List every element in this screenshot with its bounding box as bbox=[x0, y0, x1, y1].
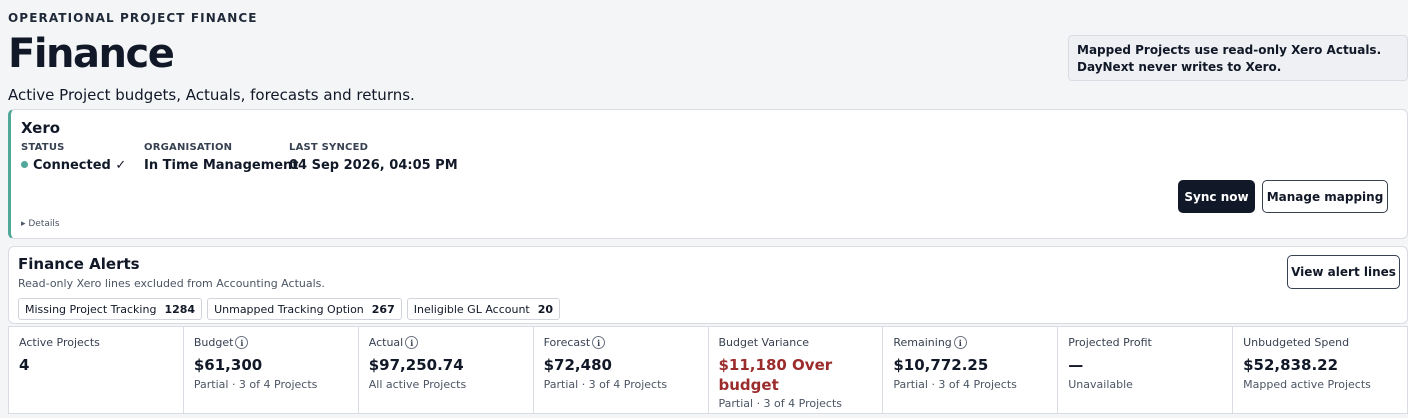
metric-note: Partial · 3 of 4 Projects bbox=[193, 378, 318, 391]
alert-chip-count: 1284 bbox=[164, 302, 196, 316]
metric-label: Active Projects bbox=[19, 336, 100, 349]
metric-unbudgeted-spend: Unbudgeted Spend $52,838.22 Mapped activ… bbox=[1233, 327, 1407, 413]
status-label: STATUS bbox=[21, 142, 65, 153]
alert-chip-label: Unmapped Tracking Option bbox=[214, 302, 364, 316]
metric-label: Projected Profit bbox=[1068, 336, 1152, 349]
status-value: Connected ✓ bbox=[33, 158, 127, 173]
metric-value: $72,480 bbox=[543, 356, 612, 374]
metric-note: Unavailable bbox=[1068, 378, 1133, 391]
metric-remaining: Remaining i $10,772.25 Partial · 3 of 4 P… bbox=[883, 327, 1059, 413]
metric-value: — bbox=[1068, 356, 1084, 374]
alert-chip-label: Missing Project Tracking bbox=[25, 302, 157, 316]
sync-now-button[interactable]: Sync now bbox=[1178, 180, 1255, 213]
alert-chip-count: 20 bbox=[537, 302, 554, 316]
last-synced-field: LAST SYNCED 04 Sep 2026, 04:05 PM bbox=[289, 142, 458, 173]
info-icon[interactable]: i bbox=[592, 336, 606, 349]
page-subtitle: Active Project budgets, Actuals, forecas… bbox=[8, 86, 415, 104]
metric-label: Remaining bbox=[893, 336, 952, 349]
metric-note: Partial · 3 of 4 Projects bbox=[893, 378, 1017, 391]
notice-line-2: DayNext never writes to Xero. bbox=[1077, 60, 1282, 74]
metric-value: $11,180 Over budget bbox=[718, 356, 833, 394]
info-icon[interactable]: i bbox=[953, 336, 967, 349]
alert-chips: Missing Project Tracking 1284 Unmapped T… bbox=[18, 298, 561, 320]
alert-chip-ineligible-gl[interactable]: Ineligible GL Account 20 bbox=[406, 298, 561, 320]
alert-chip-missing-tracking[interactable]: Missing Project Tracking 1284 bbox=[18, 298, 203, 320]
metric-note: All active Projects bbox=[368, 378, 467, 391]
status-dot-icon bbox=[21, 161, 28, 168]
metric-label: Actual bbox=[368, 336, 404, 349]
alert-chip-count: 267 bbox=[371, 302, 395, 316]
notice-line-1: Mapped Projects use read-only Xero Actua… bbox=[1077, 43, 1382, 57]
metric-forecast: Forecast i $72,480 Partial · 3 of 4 Proje… bbox=[534, 327, 709, 413]
metric-label: Budget bbox=[193, 336, 234, 349]
metric-active-projects: Active Projects 4 bbox=[9, 327, 184, 413]
metric-label: Forecast bbox=[543, 336, 591, 349]
metric-note: Partial · 3 of 4 Projects bbox=[543, 378, 668, 391]
xero-connection-card: Xero STATUS Connected ✓ ORGANISATION In … bbox=[8, 109, 1408, 239]
status-field: STATUS Connected ✓ bbox=[21, 142, 126, 173]
read-only-notice: Mapped Projects use read-only Xero Actua… bbox=[1068, 35, 1408, 81]
details-toggle[interactable]: ▸ Details bbox=[21, 219, 60, 229]
organisation-value: In Time Management bbox=[144, 158, 299, 173]
info-icon[interactable]: i bbox=[405, 336, 419, 349]
organisation-label: ORGANISATION bbox=[144, 142, 233, 153]
finance-alerts-card: Finance Alerts Read-only Xero lines excl… bbox=[8, 246, 1408, 324]
organisation-field: ORGANISATION In Time Management bbox=[144, 142, 299, 173]
alert-chip-label: Ineligible GL Account bbox=[413, 302, 530, 316]
info-icon[interactable]: i bbox=[235, 336, 249, 349]
page-eyebrow: OPERATIONAL PROJECT FINANCE bbox=[8, 11, 258, 25]
metric-projected-profit: Projected Profit — Unavailable bbox=[1058, 327, 1234, 413]
metric-value: 4 bbox=[19, 356, 30, 374]
alerts-subtitle: Read-only Xero lines excluded from Accou… bbox=[18, 277, 325, 290]
metric-note: Partial · 3 of 4 Projects bbox=[718, 397, 843, 410]
xero-card-title: Xero bbox=[21, 119, 61, 137]
metric-value: $10,772.25 bbox=[893, 356, 989, 374]
metric-budget: Budget i $61,300 Partial · 3 of 4 Project… bbox=[184, 327, 359, 413]
alert-chip-unmapped-option[interactable]: Unmapped Tracking Option 267 bbox=[207, 298, 402, 320]
page-title: Finance bbox=[8, 31, 175, 77]
metric-value: $97,250.74 bbox=[368, 356, 464, 374]
metric-note: Mapped active Projects bbox=[1243, 378, 1371, 391]
manage-mapping-button[interactable]: Manage mapping bbox=[1262, 180, 1388, 213]
metric-label: Unbudgeted Spend bbox=[1243, 336, 1350, 349]
metric-value: $52,838.22 bbox=[1243, 356, 1339, 374]
view-alert-lines-button[interactable]: View alert lines bbox=[1287, 255, 1400, 289]
last-synced-value: 04 Sep 2026, 04:05 PM bbox=[289, 158, 458, 173]
alerts-title: Finance Alerts bbox=[18, 255, 140, 273]
last-synced-label: LAST SYNCED bbox=[289, 142, 369, 153]
metric-actual: Actual i $97,250.74 All active Projects bbox=[359, 327, 534, 413]
metric-budget-variance: Budget Variance $11,180 Over budget Part… bbox=[709, 327, 884, 413]
metric-value: $61,300 bbox=[193, 356, 263, 374]
metric-label: Budget Variance bbox=[718, 336, 810, 349]
metrics-strip: Active Projects 4 Budget i $61,300 Partia… bbox=[8, 326, 1408, 414]
